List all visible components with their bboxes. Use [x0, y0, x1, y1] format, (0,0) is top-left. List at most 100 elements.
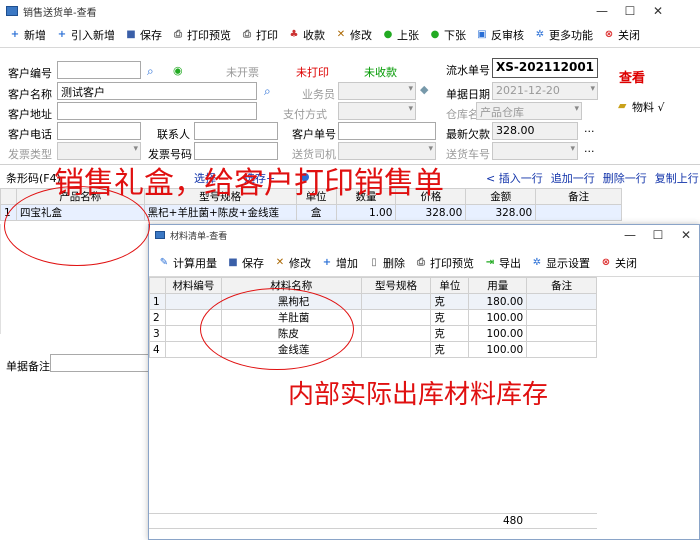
customer-code-field[interactable]: [57, 61, 141, 79]
main-btn-save[interactable]: ■ 保存: [120, 24, 167, 46]
remark-label: 单据备注: [6, 360, 50, 373]
maximize-button[interactable]: ☐: [644, 225, 672, 245]
car-more-button[interactable]: ...: [584, 142, 595, 155]
toolbar-label: 保存: [242, 256, 264, 270]
note-cell[interactable]: [526, 341, 597, 358]
material-btn-trash[interactable]: ▯ 删除: [363, 252, 410, 274]
qty-cell[interactable]: 100.00: [468, 309, 528, 326]
toolbar-label: 上张: [397, 28, 419, 42]
debt-more-button[interactable]: ...: [584, 122, 595, 135]
barcode-label: 条形码(F4): [6, 172, 61, 185]
customer-info-icon[interactable]: ◉: [173, 64, 183, 77]
main-btn-print[interactable]: ⎙ 打印: [236, 24, 283, 46]
row-action-2[interactable]: 删除一行: [603, 170, 647, 186]
payment-method-select[interactable]: ▾: [338, 102, 416, 120]
unit-cell[interactable]: 克: [430, 293, 470, 310]
main-btn-prev-record[interactable]: ● 上张: [377, 24, 424, 46]
main-btn-more-gear[interactable]: ✲ 更多功能: [529, 24, 598, 46]
unit-cell[interactable]: 克: [430, 325, 470, 342]
spec-cell[interactable]: 黑杞+羊肚菌+陈皮+金线莲: [143, 204, 297, 221]
spec-cell[interactable]: [360, 341, 432, 358]
column-header[interactable]: 单位: [430, 277, 470, 294]
column-header[interactable]: 备注: [535, 188, 622, 205]
serial-no-field[interactable]: XS-202112001: [492, 58, 598, 78]
main-btn-import-plus[interactable]: + 引入新增: [51, 24, 120, 46]
main-btn-receipt[interactable]: ♣ 收款: [283, 24, 330, 46]
calendar-dropdown-icon: ▾: [590, 84, 595, 94]
qty-cell[interactable]: 100.00: [468, 325, 528, 342]
main-toolbar: + 新增 + 引入新增 ■ 保存 ⎙ 打印预览 ⎙ 打印 ♣ 收款 ✕ 修改 ● 上张 ● 下张 ▣ 反审核 ✲ 更多功能…: [0, 22, 700, 48]
maximize-button[interactable]: ☐: [616, 0, 644, 22]
material-toolbar: ✎ 计算用量 ■ 保存 ✕ 修改 + 增加 ▯ 删除 ⎙ 打印预览 ⇥ 导出 ✲ 显示设置 ⊗ 关闭: [149, 249, 699, 277]
main-btn-close[interactable]: ⊗ 关闭: [598, 24, 645, 46]
customer-search-icon[interactable]: ⌕: [264, 84, 271, 99]
material-btn-plus[interactable]: + 增加: [316, 252, 363, 274]
minimize-button[interactable]: —: [616, 225, 644, 245]
window-close-button[interactable]: ✕: [644, 0, 672, 22]
row-action-0[interactable]: < 插入一行: [486, 170, 543, 186]
material-btn-save[interactable]: ■ 保存: [222, 252, 269, 274]
warehouse-select[interactable]: 产品仓库 ▾: [476, 102, 582, 120]
close-icon: ⊗: [601, 257, 611, 268]
material-btn-calculate[interactable]: ✎ 计算用量: [153, 252, 222, 274]
note-cell[interactable]: [526, 293, 597, 310]
column-header[interactable]: 备注: [526, 277, 597, 294]
note-cell[interactable]: [535, 204, 622, 221]
spec-cell[interactable]: [360, 293, 432, 310]
unit-cell[interactable]: 克: [430, 309, 470, 326]
row-action-3[interactable]: 复制上行: [655, 170, 699, 186]
toolbar-label: 更多功能: [549, 28, 593, 42]
print-status: 未打印: [296, 66, 329, 79]
settings-icon: ✲: [532, 257, 542, 268]
material-btn-print-preview[interactable]: ⎙ 打印预览: [410, 252, 479, 274]
column-header[interactable]: 材料编号: [164, 277, 222, 294]
car-no-select[interactable]: ▾: [492, 142, 578, 160]
unit-cell[interactable]: 克: [430, 341, 470, 358]
row-action-1[interactable]: 追加一行: [551, 170, 595, 186]
main-btn-next-record[interactable]: ● 下张: [424, 24, 471, 46]
qty-cell[interactable]: 1.00: [335, 204, 397, 221]
window-close-button[interactable]: ✕: [672, 225, 700, 245]
amount-cell[interactable]: 328.00: [465, 204, 537, 221]
toolbar-label: 新增: [24, 28, 46, 42]
main-btn-print-preview[interactable]: ⎙ 打印预览: [167, 24, 236, 46]
toolbar-label: 关闭: [618, 28, 640, 42]
qty-cell[interactable]: 100.00: [468, 341, 528, 358]
material-btn-edit[interactable]: ✕ 修改: [269, 252, 316, 274]
customer-name-field[interactable]: 测试客户: [57, 82, 257, 100]
main-window-controls: — ☐ ✕: [588, 0, 672, 22]
customer-doc-field[interactable]: [338, 122, 436, 140]
material-btn-export[interactable]: ⇥ 导出: [479, 252, 526, 274]
latest-debt-field[interactable]: 328.00: [492, 122, 578, 140]
customer-phone-field[interactable]: [57, 122, 141, 140]
qty-cell[interactable]: 180.00: [468, 293, 528, 310]
column-header[interactable]: 金额: [465, 188, 537, 205]
note-cell[interactable]: [526, 325, 597, 342]
invoice-type-label: 发票类型: [8, 148, 52, 161]
doc-date-field[interactable]: 2021-12-20 ▾: [492, 82, 598, 100]
main-btn-unapprove[interactable]: ▣ 反审核: [471, 24, 529, 46]
material-btn-close[interactable]: ⊗ 关闭: [595, 252, 642, 274]
toolbar-label: 下张: [444, 28, 466, 42]
salesman-lookup-icon[interactable]: ◆: [420, 83, 428, 96]
column-header[interactable]: 型号规格: [360, 277, 432, 294]
minimize-button[interactable]: —: [588, 0, 616, 22]
main-btn-edit[interactable]: ✕ 修改: [330, 24, 377, 46]
customer-address-field[interactable]: [57, 102, 257, 120]
materials-toggle[interactable]: 物料 √: [632, 99, 665, 115]
note-cell[interactable]: [526, 309, 597, 326]
salesman-select[interactable]: ▾: [338, 82, 416, 100]
contact-field[interactable]: [194, 122, 278, 140]
price-cell[interactable]: 328.00: [395, 204, 467, 221]
spec-cell[interactable]: [360, 309, 432, 326]
receipt-icon: ♣: [289, 29, 299, 40]
material-btn-settings[interactable]: ✲ 显示设置: [526, 252, 595, 274]
search-icon[interactable]: ⌕: [147, 64, 154, 79]
folder-icon[interactable]: ▰: [618, 99, 626, 112]
column-header[interactable]: 用量: [468, 277, 528, 294]
spec-cell[interactable]: [360, 325, 432, 342]
main-btn-plus[interactable]: + 新增: [4, 24, 51, 46]
toolbar-label: 删除: [383, 256, 405, 270]
plus-icon: +: [322, 257, 332, 268]
unit-cell[interactable]: 盒: [295, 204, 337, 221]
